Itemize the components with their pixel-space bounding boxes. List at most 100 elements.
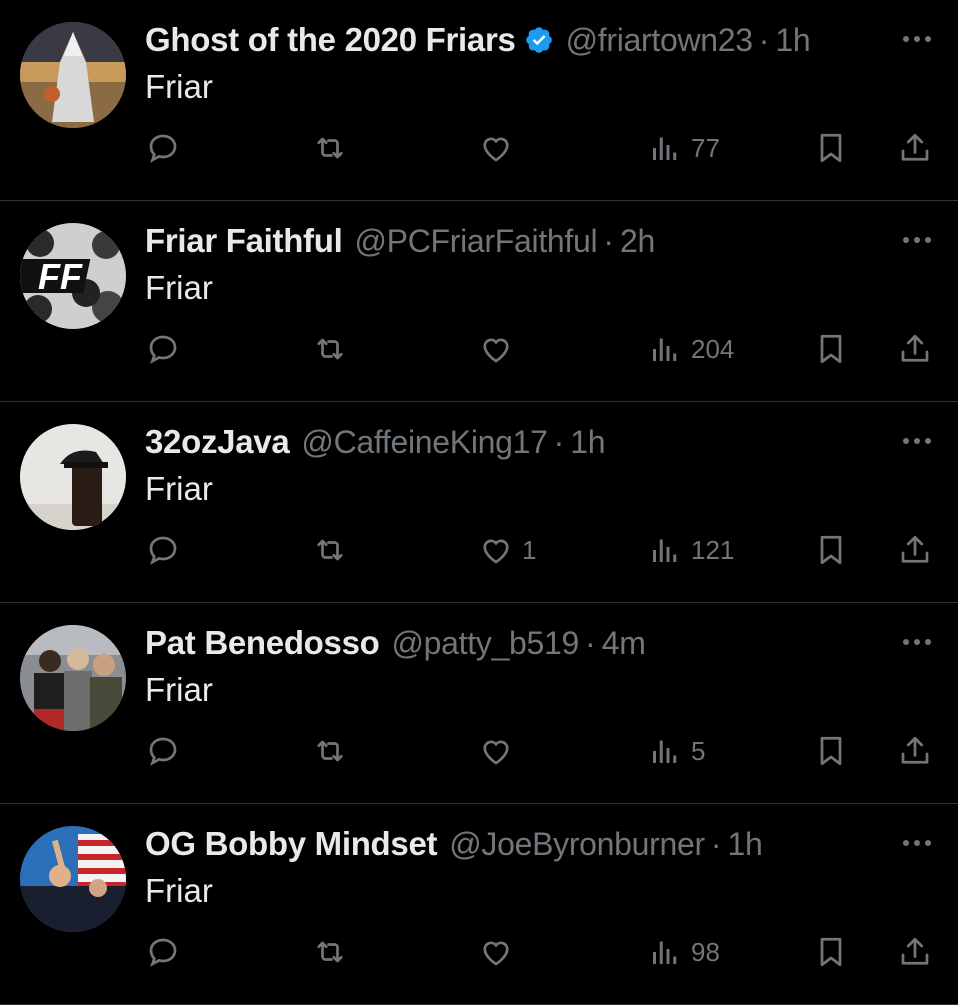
heart-icon <box>483 539 509 564</box>
views-icon <box>653 137 677 160</box>
reply-icon <box>149 134 177 163</box>
avatar[interactable]: FF <box>20 223 126 329</box>
heart-icon <box>483 338 509 363</box>
timestamp[interactable]: 1h <box>728 826 763 863</box>
view-count: 5 <box>691 735 706 766</box>
timestamp[interactable]: 1h <box>570 424 605 461</box>
views-button[interactable]: 77 <box>647 124 720 172</box>
heart-icon <box>483 740 509 765</box>
heart-icon <box>483 941 509 966</box>
like-button[interactable] <box>478 727 522 775</box>
retweet-icon <box>317 740 343 762</box>
share-button[interactable] <box>897 526 933 574</box>
timestamp[interactable]: 1h <box>775 22 810 59</box>
avatar[interactable] <box>20 826 126 932</box>
like-button[interactable] <box>478 928 522 976</box>
share-button[interactable] <box>897 124 933 172</box>
tweet-text: Friar <box>145 671 213 708</box>
reply-button[interactable] <box>145 325 181 373</box>
svg-text:FF: FF <box>38 256 83 297</box>
tweet-actions: 1 121 <box>145 526 938 574</box>
display-name[interactable]: Friar Faithful <box>145 222 343 260</box>
more-options-icon[interactable] <box>900 625 934 659</box>
flag-photo-avatar-icon <box>20 826 126 932</box>
retweet-button[interactable] <box>312 928 348 976</box>
reply-icon <box>149 737 177 766</box>
separator: · <box>603 222 614 259</box>
verified-badge-icon <box>525 27 552 53</box>
timestamp[interactable]: 2h <box>620 223 655 260</box>
bookmark-button[interactable] <box>813 727 849 775</box>
share-icon <box>901 133 929 161</box>
retweet-button[interactable] <box>312 727 348 775</box>
display-name[interactable]: OG Bobby Mindset <box>145 825 438 863</box>
bookmark-button[interactable] <box>813 325 849 373</box>
bookmark-icon <box>820 937 842 967</box>
like-button[interactable] <box>478 124 522 172</box>
share-icon <box>901 937 929 965</box>
display-name[interactable]: Ghost of the 2020 Friars <box>145 21 516 59</box>
tweet-item[interactable]: Pat Benedosso @patty_b519 · 4m Friar 5 <box>0 603 958 804</box>
like-button[interactable] <box>478 325 522 373</box>
more-options-icon[interactable] <box>900 223 934 257</box>
user-handle[interactable]: @CaffeineKing17 <box>301 424 548 461</box>
reply-button[interactable] <box>145 124 181 172</box>
share-button[interactable] <box>897 928 933 976</box>
reply-button[interactable] <box>145 727 181 775</box>
views-button[interactable]: 204 <box>647 325 734 373</box>
group-photo-avatar-icon <box>20 625 126 731</box>
like-button[interactable]: 1 <box>478 526 536 574</box>
reply-button[interactable] <box>145 526 181 574</box>
tweet-item[interactable]: FF Friar Faithful @PCFriarFaithful · 2h … <box>0 201 958 402</box>
tweet-text: Friar <box>145 470 213 507</box>
user-handle[interactable]: @friartown23 <box>566 22 753 59</box>
retweet-button[interactable] <box>312 526 348 574</box>
retweet-button[interactable] <box>312 325 348 373</box>
retweet-icon <box>317 338 343 360</box>
avatar[interactable] <box>20 22 126 128</box>
views-button[interactable]: 121 <box>647 526 734 574</box>
tweet-item[interactable]: OG Bobby Mindset @JoeByronburner · 1h Fr… <box>0 804 958 1005</box>
tweet-item[interactable]: 32ozJava @CaffeineKing17 · 1h Friar 1 12… <box>0 402 958 603</box>
views-button[interactable]: 5 <box>647 727 705 775</box>
avatar[interactable] <box>20 424 126 530</box>
retweet-icon <box>317 137 343 159</box>
retweet-icon <box>317 941 343 963</box>
display-name[interactable]: 32ozJava <box>145 423 290 461</box>
share-icon <box>901 736 929 764</box>
bookmark-button[interactable] <box>813 526 849 574</box>
share-button[interactable] <box>897 727 933 775</box>
bookmark-icon <box>820 736 842 766</box>
hooded-figure-avatar-icon <box>20 22 126 128</box>
display-name[interactable]: Pat Benedosso <box>145 624 380 662</box>
tweet-text: Friar <box>145 269 213 306</box>
views-icon <box>653 740 677 763</box>
tweet-actions: 204 <box>145 325 938 373</box>
separator: · <box>585 624 596 661</box>
reply-icon <box>149 938 177 967</box>
tweet-item[interactable]: Ghost of the 2020 Friars @friartown23 · … <box>0 0 958 201</box>
user-handle[interactable]: @PCFriarFaithful <box>354 223 597 260</box>
avatar[interactable] <box>20 625 126 731</box>
user-handle[interactable]: @JoeByronburner <box>449 826 705 863</box>
views-button[interactable]: 98 <box>647 928 720 976</box>
tweet-actions: 77 <box>145 124 938 172</box>
reply-icon <box>149 335 177 364</box>
views-icon <box>653 539 677 562</box>
more-options-icon[interactable] <box>900 424 934 458</box>
more-options-icon[interactable] <box>900 826 934 860</box>
reply-button[interactable] <box>145 928 181 976</box>
separator: · <box>710 825 722 862</box>
timestamp[interactable]: 4m <box>602 625 646 662</box>
bookmark-button[interactable] <box>813 124 849 172</box>
more-options-icon[interactable] <box>900 22 934 56</box>
share-button[interactable] <box>897 325 933 373</box>
bookmark-button[interactable] <box>813 928 849 976</box>
ff-logo-avatar-icon: FF <box>20 223 126 329</box>
bookmark-icon <box>820 334 842 364</box>
tweet-actions: 98 <box>145 928 938 976</box>
user-handle[interactable]: @patty_b519 <box>392 625 580 662</box>
view-count: 77 <box>691 132 720 163</box>
retweet-button[interactable] <box>312 124 348 172</box>
separator: · <box>758 21 770 58</box>
